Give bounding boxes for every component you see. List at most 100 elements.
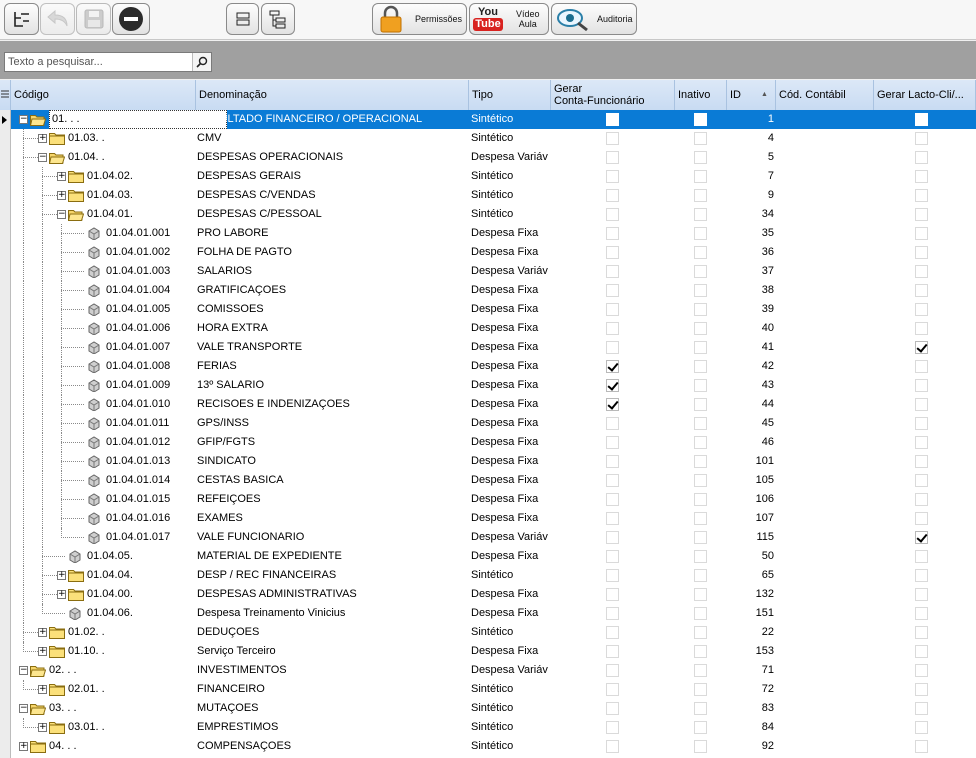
table-row[interactable]: 01.04.01.015 REFEIÇOES Despesa Fixa 106 xyxy=(11,490,976,509)
checkbox-inativo[interactable] xyxy=(694,683,707,696)
table-row[interactable]: +01.03. . CMV Sintético 4 xyxy=(11,129,976,148)
checkbox-gerar-conta[interactable] xyxy=(606,379,619,392)
checkbox-gerar-conta[interactable] xyxy=(606,512,619,525)
checkbox-inativo[interactable] xyxy=(694,322,707,335)
checkbox-inativo[interactable] xyxy=(694,227,707,240)
table-row[interactable]: 01.04.01.011 GPS/INSS Despesa Fixa 45 xyxy=(11,414,976,433)
table-row[interactable]: − 01.04. . DESPESAS OPERACIONAIS Despesa Va… xyxy=(11,148,976,167)
checkbox-gerar-lacto[interactable] xyxy=(915,588,928,601)
checkbox-inativo[interactable] xyxy=(694,208,707,221)
search-input[interactable]: Texto a pesquisar... xyxy=(4,52,212,72)
checkbox-inativo[interactable] xyxy=(694,474,707,487)
table-row[interactable]: 01.04.01.001 PRO LABORE Despesa Fixa 35 xyxy=(11,224,976,243)
checkbox-gerar-lacto[interactable] xyxy=(915,170,928,183)
checkbox-inativo[interactable] xyxy=(694,721,707,734)
checkbox-gerar-lacto[interactable] xyxy=(915,303,928,316)
table-row[interactable]: − 01.04.01. DESPESAS C/PESSOAL Sintético 34 xyxy=(11,205,976,224)
table-row[interactable]: 01.04.01.008 FERIAS Despesa Fixa 42 xyxy=(11,357,976,376)
checkbox-gerar-lacto[interactable] xyxy=(915,645,928,658)
checkbox-inativo[interactable] xyxy=(694,645,707,658)
checkbox-gerar-conta[interactable] xyxy=(606,132,619,145)
table-row[interactable]: +03.01. . EMPRESTIMOS Sintético 84 xyxy=(11,718,976,737)
checkbox-gerar-lacto[interactable] xyxy=(915,246,928,259)
checkbox-gerar-conta[interactable] xyxy=(606,683,619,696)
checkbox-inativo[interactable] xyxy=(694,569,707,582)
checkbox-gerar-lacto[interactable] xyxy=(915,550,928,563)
checkbox-gerar-conta[interactable] xyxy=(606,664,619,677)
checkbox-gerar-conta[interactable] xyxy=(606,151,619,164)
checkbox-gerar-lacto[interactable] xyxy=(915,132,928,145)
checkbox-gerar-lacto[interactable] xyxy=(915,683,928,696)
header-id[interactable]: ID ▲ xyxy=(727,80,776,110)
table-row[interactable]: +01.10. . Serviço Terceiro Despesa Fixa 153 xyxy=(11,642,976,661)
table-row[interactable]: 01.04.01.002 FOLHA DE PAGTO Despesa Fixa 36 xyxy=(11,243,976,262)
expand-node-icon[interactable]: + xyxy=(38,628,47,637)
checkbox-inativo[interactable] xyxy=(694,284,707,297)
undo-button[interactable] xyxy=(40,3,75,35)
auditoria-button[interactable]: Auditoria xyxy=(551,3,637,35)
checkbox-gerar-lacto[interactable] xyxy=(915,569,928,582)
table-row[interactable]: − 02. . . INVESTIMENTOS Despesa Variáv 71 xyxy=(11,661,976,680)
table-row[interactable]: 01.04.01.006 HORA EXTRA Despesa Fixa 40 xyxy=(11,319,976,338)
checkbox-gerar-conta[interactable] xyxy=(606,702,619,715)
checkbox-gerar-conta[interactable] xyxy=(606,170,619,183)
header-gerar-conta[interactable]: Gerar Conta-Funcionário xyxy=(551,80,675,110)
checkbox-inativo[interactable] xyxy=(694,303,707,316)
checkbox-inativo[interactable] xyxy=(694,626,707,639)
header-cod-contabil[interactable]: Cód. Contábil xyxy=(776,80,874,110)
permissoes-button[interactable]: Permissões xyxy=(372,3,467,35)
table-row[interactable]: 01.04.01.004 GRATIFICAÇOES Despesa Fixa 38 xyxy=(11,281,976,300)
checkbox-gerar-conta[interactable] xyxy=(606,588,619,601)
checkbox-gerar-conta[interactable] xyxy=(606,189,619,202)
table-row[interactable]: 01.04.01.005 COMISSOES Despesa Fixa 39 xyxy=(11,300,976,319)
checkbox-gerar-lacto[interactable] xyxy=(915,455,928,468)
checkbox-gerar-lacto[interactable] xyxy=(915,189,928,202)
checkbox-gerar-lacto[interactable] xyxy=(915,322,928,335)
checkbox-gerar-conta[interactable] xyxy=(606,208,619,221)
checkbox-gerar-lacto[interactable] xyxy=(915,740,928,753)
checkbox-gerar-conta[interactable] xyxy=(606,493,619,506)
expand-node-icon[interactable]: + xyxy=(38,685,47,694)
checkbox-gerar-lacto[interactable] xyxy=(915,227,928,240)
video-aula-button[interactable]: You Tube Vídeo Aula xyxy=(469,3,549,35)
checkbox-gerar-conta[interactable] xyxy=(606,265,619,278)
checkbox-gerar-conta[interactable] xyxy=(606,721,619,734)
table-row[interactable]: 01.04.01.013 SINDICATO Despesa Fixa 101 xyxy=(11,452,976,471)
table-row[interactable]: 01.04.01.012 GFIP/FGTS Despesa Fixa 46 xyxy=(11,433,976,452)
checkbox-gerar-lacto[interactable] xyxy=(915,379,928,392)
checkbox-gerar-conta[interactable] xyxy=(606,645,619,658)
table-row[interactable]: 01.04.01.010 RECISOES E INDENIZAÇOES Despe… xyxy=(11,395,976,414)
header-gerar-lacto[interactable]: Gerar Lacto-Cli/... xyxy=(874,80,976,110)
expand-node-icon[interactable]: + xyxy=(57,191,66,200)
checkbox-gerar-lacto[interactable] xyxy=(915,360,928,373)
checkbox-gerar-conta[interactable] xyxy=(606,360,619,373)
checkbox-inativo[interactable] xyxy=(694,512,707,525)
collapse-node-icon[interactable]: − xyxy=(57,210,66,219)
collapse-node-icon[interactable]: − xyxy=(38,153,47,162)
checkbox-inativo[interactable] xyxy=(694,151,707,164)
checkbox-inativo[interactable] xyxy=(694,436,707,449)
column-options-icon[interactable] xyxy=(0,80,11,110)
expand-all-button[interactable] xyxy=(261,3,295,35)
collapse-node-icon[interactable]: − xyxy=(19,704,28,713)
table-row[interactable]: +02.01. . FINANCEIRO Sintético 72 xyxy=(11,680,976,699)
checkbox-gerar-lacto[interactable] xyxy=(915,208,928,221)
checkbox-gerar-lacto[interactable] xyxy=(915,417,928,430)
table-row[interactable]: 01.04.01.007 VALE TRANSPORTE Despesa Fixa 4… xyxy=(11,338,976,357)
checkbox-inativo[interactable] xyxy=(694,607,707,620)
save-button[interactable] xyxy=(76,3,111,35)
checkbox-inativo[interactable] xyxy=(694,398,707,411)
table-row[interactable]: 01.04.01.016 EXAMES Despesa Fixa 107 xyxy=(11,509,976,528)
checkbox-gerar-conta[interactable] xyxy=(606,322,619,335)
checkbox-gerar-conta[interactable] xyxy=(606,531,619,544)
checkbox-gerar-lacto[interactable] xyxy=(915,341,928,354)
table-row[interactable]: 01.04.01.014 CESTAS BASICA Despesa Fixa 105 xyxy=(11,471,976,490)
checkbox-gerar-lacto[interactable] xyxy=(915,474,928,487)
checkbox-gerar-conta[interactable] xyxy=(606,341,619,354)
checkbox-inativo[interactable] xyxy=(694,265,707,278)
checkbox-gerar-lacto[interactable] xyxy=(915,151,928,164)
checkbox-gerar-conta[interactable] xyxy=(606,417,619,430)
checkbox-inativo[interactable] xyxy=(694,550,707,563)
checkbox-gerar-conta[interactable] xyxy=(606,284,619,297)
delete-button[interactable] xyxy=(112,3,150,35)
